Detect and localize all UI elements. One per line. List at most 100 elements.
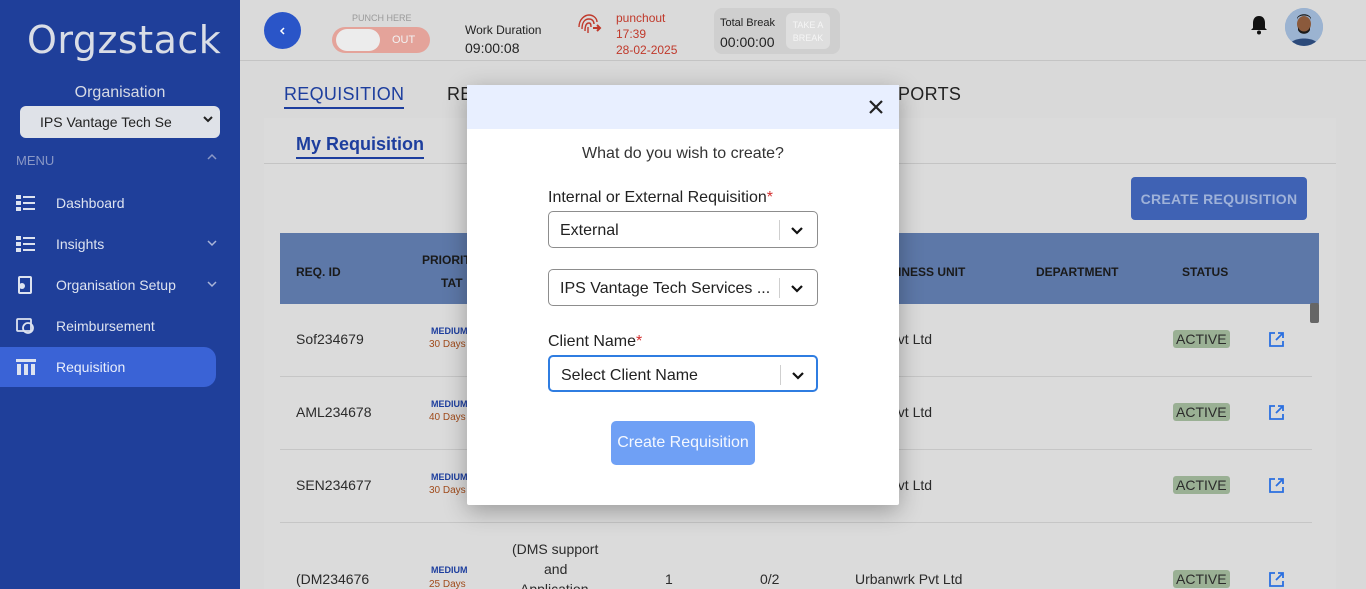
- requisition-type-value: External: [560, 222, 619, 239]
- create-requisition-button[interactable]: CREATE REQUISITION: [1131, 177, 1307, 220]
- sidebar-item-label: Dashboard: [56, 195, 125, 211]
- tat-days: 30 Days: [429, 485, 466, 496]
- req-id[interactable]: AML234678: [296, 404, 372, 420]
- sidebar-item-label: Requisition: [56, 359, 126, 375]
- external-link-icon[interactable]: [1268, 331, 1285, 348]
- status-badge: ACTIVE: [1173, 403, 1230, 421]
- title-line: (DMS support: [512, 541, 599, 557]
- chevron-left-icon: [279, 26, 285, 35]
- tab-my-requisition[interactable]: My Requisition: [296, 134, 425, 159]
- sidebar-item-insights[interactable]: Insights: [0, 224, 218, 264]
- tat-days: 30 Days: [429, 339, 466, 350]
- fingerprint-icon: [578, 14, 602, 33]
- external-link-icon[interactable]: [1268, 477, 1285, 494]
- business-unit: Urbanwrk Pvt Ltd: [855, 571, 963, 587]
- status-badge: ACTIVE: [1173, 476, 1230, 494]
- sidebar-item-label: Insights: [56, 236, 105, 252]
- organisation-select[interactable]: IPS Vantage Tech Se: [20, 106, 220, 138]
- sidebar-item-label: Reimbursement: [56, 318, 155, 334]
- requisition-type-select[interactable]: External: [548, 211, 818, 248]
- sidebar-item-reimbursement[interactable]: Reimbursement: [0, 306, 216, 346]
- menu-label: MENU: [16, 153, 55, 168]
- app-logo: Orgzstack: [27, 18, 222, 62]
- requisition-type-label: Internal or External Requisition*: [548, 189, 773, 207]
- take-break-button[interactable]: TAKE A BREAK: [786, 13, 830, 49]
- chevron-down-icon: [791, 285, 803, 293]
- select-separator: [779, 278, 780, 298]
- external-link-icon[interactable]: [1268, 571, 1285, 588]
- take-break-line2: BREAK: [792, 33, 824, 43]
- punch-toggle-knob: [336, 29, 380, 51]
- header-req-id: REQ. ID: [296, 265, 341, 279]
- priority: MEDIUM: [431, 565, 468, 575]
- count-cell: 1: [665, 571, 673, 587]
- select-separator: [780, 365, 781, 385]
- client-name-label-text: Client Name: [548, 333, 637, 350]
- back-button[interactable]: [264, 12, 301, 49]
- chevron-down-icon: [206, 237, 218, 252]
- top-bar: PUNCH HERE OUT Work Duration 09:00:08 pu…: [240, 0, 1366, 61]
- required-mark: *: [766, 189, 774, 206]
- header-status: STATUS: [1182, 265, 1229, 279]
- submit-create-requisition-button[interactable]: Create Requisition: [611, 421, 755, 465]
- work-duration-label: Work Duration: [465, 23, 542, 37]
- title-line: and: [544, 561, 568, 577]
- req-id[interactable]: SEN234677: [296, 477, 372, 493]
- punchout-time: 17:39: [616, 27, 647, 41]
- header-priority: PRIORIT: [422, 253, 471, 267]
- chevron-down-icon: [791, 227, 803, 235]
- chevron-up-icon[interactable]: [206, 151, 218, 166]
- punch-here-label: PUNCH HERE: [352, 13, 412, 23]
- tab-reports[interactable]: PORTS: [898, 84, 961, 105]
- sidebar-item-label: Organisation Setup: [56, 277, 176, 293]
- sidebar-item-organisation-setup[interactable]: Organisation Setup: [0, 265, 218, 305]
- sidebar-item-requisition[interactable]: Requisition: [0, 347, 216, 387]
- bell-icon[interactable]: [1250, 15, 1268, 35]
- required-mark: *: [636, 333, 643, 350]
- chevron-down-icon: [792, 372, 804, 380]
- scrollbar-thumb[interactable]: [1310, 303, 1319, 323]
- positions-cell: 0/2: [760, 571, 780, 587]
- select-separator: [779, 220, 780, 240]
- tat-days: 25 Days: [429, 579, 466, 589]
- sidebar: Orgzstack Organisation IPS Vantage Tech …: [0, 0, 240, 589]
- client-name-select[interactable]: Select Client Name: [548, 355, 818, 392]
- break-panel: Total Break 00:00:00 TAKE A BREAK: [714, 8, 840, 54]
- requisition-type-label-text: Internal or External Requisition: [548, 189, 767, 206]
- avatar[interactable]: [1285, 8, 1323, 46]
- create-dialog: What do you wish to create? Internal or …: [467, 85, 899, 505]
- punchout-date: 28-02-2025: [616, 43, 678, 57]
- external-link-icon[interactable]: [1268, 404, 1285, 421]
- priority: MEDIUM: [431, 472, 468, 482]
- organisation-value: IPS Vantage Tech Services ...: [560, 280, 771, 297]
- take-break-line1: TAKE A: [792, 20, 824, 30]
- work-duration-value: 09:00:08: [465, 40, 520, 56]
- status-badge: ACTIVE: [1173, 330, 1230, 348]
- chevron-down-icon: [202, 113, 214, 128]
- reimbursement-icon: [16, 318, 34, 334]
- chevron-down-icon: [206, 278, 218, 293]
- dialog-question: What do you wish to create?: [582, 145, 784, 162]
- punchout-label: punchout: [616, 11, 666, 25]
- priority: MEDIUM: [431, 326, 468, 336]
- punch-toggle[interactable]: OUT: [332, 27, 430, 53]
- organisation-setup-icon: [18, 276, 32, 294]
- header-department: DEPARTMENT: [1036, 265, 1119, 279]
- tat-days: 40 Days: [429, 412, 466, 423]
- punch-toggle-label: OUT: [392, 34, 416, 46]
- dialog-header: [467, 85, 899, 129]
- requisition-icon: [16, 359, 36, 375]
- organisation-label: Organisation: [74, 84, 166, 101]
- sidebar-item-dashboard[interactable]: Dashboard: [0, 183, 216, 223]
- status-badge: ACTIVE: [1173, 570, 1230, 588]
- req-id[interactable]: (DM234676: [296, 571, 369, 587]
- req-id[interactable]: Sof234679: [296, 331, 364, 347]
- tab-requisition[interactable]: REQUISITION: [284, 84, 405, 109]
- header-business-unit: INESS UNIT: [898, 265, 966, 279]
- title-line: Application: [520, 581, 589, 589]
- close-icon[interactable]: [867, 98, 885, 116]
- organisation-select-dialog[interactable]: IPS Vantage Tech Services ...: [548, 269, 818, 306]
- client-name-placeholder: Select Client Name: [561, 367, 698, 384]
- total-break-label: Total Break: [720, 17, 776, 29]
- total-break-value: 00:00:00: [720, 34, 775, 50]
